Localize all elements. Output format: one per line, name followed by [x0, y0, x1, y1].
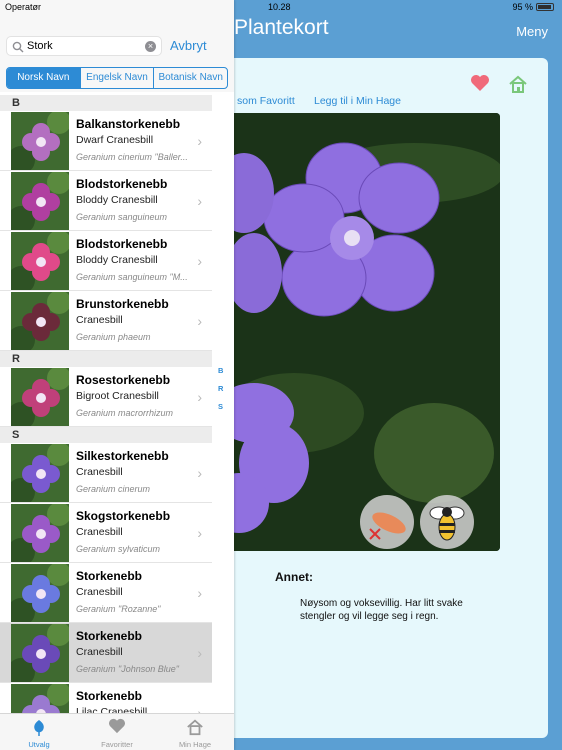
- plant-english-name: Cranesbill: [76, 586, 123, 598]
- list-item[interactable]: Brunstorkenebb Cranesbill Geranium phaeum ›: [0, 291, 212, 351]
- battery-percent: 95 %: [512, 2, 533, 12]
- page-title: Plantekort: [234, 16, 329, 39]
- plant-thumbnail: [11, 624, 69, 682]
- bee-friendly-badge-icon: [420, 495, 474, 549]
- list-item[interactable]: Storkenebb Cranesbill Geranium "Rozanne" ›: [0, 563, 212, 623]
- chevron-right-icon: ›: [197, 525, 202, 541]
- plant-botanical-name: Geranium cinerium "Baller...: [76, 152, 188, 162]
- plant-thumbnail: [11, 444, 69, 502]
- add-garden-link[interactable]: Legg til i Min Hage: [314, 95, 401, 107]
- plant-botanical-name: Geranium macrorrhizum: [76, 408, 174, 418]
- plant-thumbnail: [11, 564, 69, 622]
- index-letter-s[interactable]: S: [218, 402, 223, 411]
- menu-button[interactable]: Meny: [516, 24, 548, 39]
- status-bar: Operatør 10.28 95 %: [0, 0, 562, 14]
- clear-search-icon[interactable]: ×: [145, 41, 156, 52]
- tab-utvalg[interactable]: Utvalg: [0, 714, 78, 750]
- segment-engelsk[interactable]: Engelsk Navn: [81, 68, 155, 88]
- plant-english-name: Cranesbill: [76, 526, 123, 538]
- geranium-flower-image: [234, 113, 500, 551]
- plant-thumbnail: [11, 504, 69, 562]
- plant-norwegian-name: Rosestorkenebb: [76, 373, 171, 387]
- name-type-segmented-control[interactable]: Norsk Navn Engelsk Navn Botanisk Navn: [6, 67, 228, 89]
- plant-photo: [234, 113, 500, 551]
- battery-icon: [536, 3, 554, 11]
- plant-norwegian-name: Silkestorkenebb: [76, 449, 169, 463]
- index-letter-r[interactable]: R: [218, 384, 223, 393]
- plant-english-name: Bigroot Cranesbill: [76, 390, 159, 402]
- plant-english-name: Bloddy Cranesbill: [76, 194, 158, 206]
- section-header: S: [0, 427, 212, 443]
- plant-botanical-name: Geranium sanguineum "M...: [76, 272, 188, 282]
- plant-norwegian-name: Storkenebb: [76, 689, 143, 703]
- plant-botanical-name: Geranium sanguineum: [76, 212, 168, 222]
- search-icon: [12, 41, 24, 53]
- chevron-right-icon: ›: [197, 133, 202, 149]
- list-item[interactable]: Balkanstorkenebb Dwarf Cranesbill Geranium…: [0, 111, 212, 171]
- tab-label: Min Hage: [178, 740, 212, 749]
- plant-botanical-name: Geranium sylvaticum: [76, 544, 161, 554]
- cancel-button[interactable]: Avbryt: [170, 38, 207, 53]
- heart-icon: [109, 718, 125, 734]
- list-item[interactable]: Skogstorkenebb Cranesbill Geranium sylvati…: [0, 503, 212, 563]
- plant-thumbnail: [11, 112, 69, 170]
- plant-thumbnail: [11, 172, 69, 230]
- clock: 10.28: [268, 2, 291, 12]
- chevron-right-icon: ›: [197, 193, 202, 209]
- plant-norwegian-name: Brunstorkenebb: [76, 297, 169, 311]
- tab-favoritter[interactable]: Favoritter: [78, 714, 156, 750]
- plant-english-name: Dwarf Cranesbill: [76, 134, 154, 146]
- tab-min-hage[interactable]: Min Hage: [156, 714, 234, 750]
- chevron-right-icon: ›: [197, 253, 202, 269]
- favorite-heart-icon[interactable]: [470, 74, 490, 92]
- garden-home-icon[interactable]: [508, 74, 528, 94]
- plant-english-name: Bloddy Cranesbill: [76, 254, 158, 266]
- section-header: R: [0, 351, 212, 367]
- tab-bar: Utvalg Favoritter Min Hage: [0, 713, 234, 750]
- plant-botanical-name: Geranium phaeum: [76, 332, 151, 342]
- no-slug-badge-icon: [360, 495, 414, 549]
- segment-botanisk[interactable]: Botanisk Navn: [154, 68, 227, 88]
- battery-status: 95 %: [512, 2, 554, 12]
- list-item[interactable]: Blodstorkenebb Bloddy Cranesbill Geranium …: [0, 171, 212, 231]
- search-input[interactable]: Stork: [27, 40, 53, 52]
- tab-label: Favoritter: [101, 740, 133, 749]
- list-item[interactable]: Storkenebb Cranesbill Geranium "Johnson Bl…: [0, 623, 212, 683]
- plant-norwegian-name: Blodstorkenebb: [76, 177, 168, 191]
- plant-english-name: Cranesbill: [76, 314, 123, 326]
- list-item[interactable]: Silkestorkenebb Cranesbill Geranium cineru…: [0, 443, 212, 503]
- other-info-label: Annet:: [275, 570, 313, 584]
- add-favorite-link[interactable]: som Favoritt: [237, 95, 295, 107]
- list-item[interactable]: Rosestorkenebb Bigroot Cranesbill Geranium…: [0, 367, 212, 427]
- plant-botanical-name: Geranium "Johnson Blue": [76, 664, 179, 674]
- plant-norwegian-name: Storkenebb: [76, 569, 143, 583]
- plant-norwegian-name: Blodstorkenebb: [76, 237, 168, 251]
- chevron-right-icon: ›: [197, 585, 202, 601]
- tab-label: Utvalg: [28, 740, 50, 749]
- plant-botanical-name: Geranium cinerum: [76, 484, 151, 494]
- chevron-right-icon: ›: [197, 465, 202, 481]
- chevron-right-icon: ›: [197, 313, 202, 329]
- house-icon: [187, 719, 203, 736]
- chevron-right-icon: ›: [197, 645, 202, 661]
- search-field[interactable]: Stork ×: [6, 36, 162, 56]
- plant-list-panel: Stork × Avbryt Norsk Navn Engelsk Navn B…: [0, 0, 234, 750]
- plant-thumbnail: [11, 232, 69, 290]
- index-letter-b[interactable]: B: [218, 366, 223, 375]
- plant-norwegian-name: Storkenebb: [76, 629, 143, 643]
- plant-norwegian-name: Skogstorkenebb: [76, 509, 171, 523]
- other-info-text: Nøysom og voksevillig. Har litt svake st…: [300, 598, 463, 622]
- flower-icon: [34, 720, 44, 736]
- carrier-label: Operatør: [5, 2, 42, 12]
- plant-thumbnail: [11, 292, 69, 350]
- chevron-right-icon: ›: [197, 389, 202, 405]
- plant-botanical-name: Geranium "Rozanne": [76, 604, 161, 614]
- plant-english-name: Cranesbill: [76, 466, 123, 478]
- segment-norsk[interactable]: Norsk Navn: [7, 68, 81, 88]
- plant-english-name: Cranesbill: [76, 646, 123, 658]
- plant-thumbnail: [11, 368, 69, 426]
- plant-norwegian-name: Balkanstorkenebb: [76, 117, 181, 131]
- section-header: B: [0, 95, 212, 111]
- list-item[interactable]: Blodstorkenebb Bloddy Cranesbill Geranium …: [0, 231, 212, 291]
